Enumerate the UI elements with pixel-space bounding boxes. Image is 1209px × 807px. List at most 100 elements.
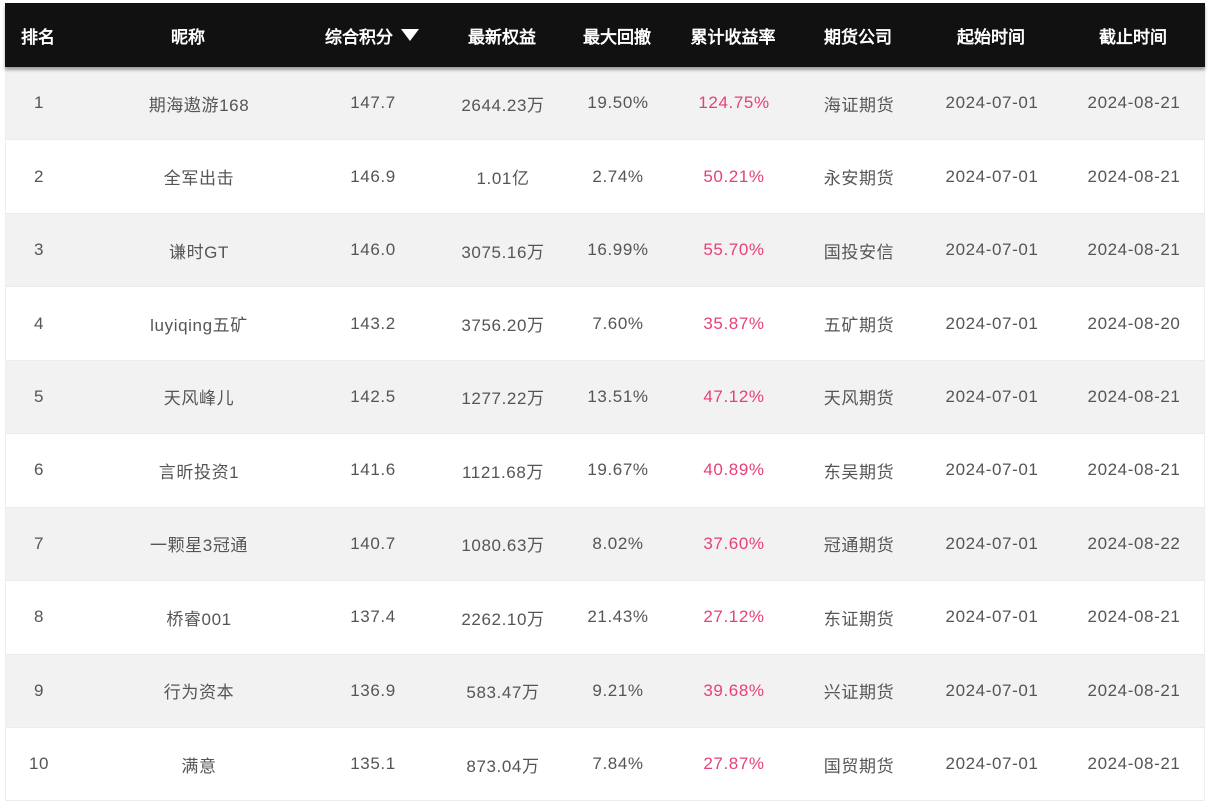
- rank-cell: 4: [33, 313, 45, 333]
- drawdown-cell: 2.74%: [592, 166, 644, 186]
- end-date-cell: 2024-08-21: [1087, 680, 1181, 700]
- table-row: 10 满意 135.1 873.04万 7.84% 27.87% 国贸期货 20…: [6, 727, 1204, 802]
- score-cell: 147.7: [350, 93, 396, 113]
- header-start-date-label: 起始时间: [957, 27, 1025, 47]
- company-cell: 兴证期货: [823, 683, 895, 703]
- nickname-link[interactable]: 言昕投资1: [72, 434, 326, 506]
- start-date-cell: 2024-07-01: [945, 754, 1039, 774]
- header-end-date-label: 截止时间: [1099, 27, 1167, 47]
- end-date-cell: 2024-08-21: [1087, 240, 1181, 260]
- company-cell: 国贸期货: [823, 756, 895, 776]
- drawdown-cell: 21.43%: [587, 607, 649, 627]
- end-date-cell: 2024-08-20: [1087, 313, 1181, 333]
- equity-cell: 3756.20万: [461, 316, 545, 336]
- return-cell: 27.12%: [703, 607, 765, 627]
- table-row: 7 一颗星3冠通 140.7 1080.63万 8.02% 37.60% 冠通期…: [6, 507, 1204, 582]
- end-date-cell: 2024-08-21: [1087, 460, 1181, 480]
- nickname-link[interactable]: 行为资本: [72, 655, 326, 727]
- end-date-cell: 2024-08-21: [1087, 386, 1181, 406]
- return-cell: 124.75%: [698, 93, 770, 113]
- header-end-date: 截止时间: [1083, 3, 1183, 67]
- header-score[interactable]: 综合积分: [325, 3, 419, 67]
- nickname-link[interactable]: 满意: [72, 728, 326, 800]
- rank-cell: 9: [33, 680, 45, 700]
- header-return: 累计收益率: [649, 3, 817, 67]
- return-cell: 50.21%: [703, 166, 765, 186]
- table-row: 5 天风峰儿 142.5 1277.22万 13.51% 47.12% 天风期货…: [6, 360, 1204, 435]
- table-row: 2 全军出击 146.9 1.01亿 2.74% 50.21% 永安期货 202…: [6, 140, 1204, 214]
- rank-cell: 2: [33, 166, 45, 186]
- score-cell: 135.1: [350, 754, 396, 774]
- drawdown-cell: 7.84%: [592, 754, 644, 774]
- rank-cell: 10: [28, 754, 50, 774]
- end-date-cell: 2024-08-21: [1087, 93, 1181, 113]
- start-date-cell: 2024-07-01: [945, 460, 1039, 480]
- end-date-cell: 2024-08-21: [1087, 754, 1181, 774]
- score-cell: 137.4: [350, 607, 396, 627]
- nickname-link[interactable]: 桥睿001: [72, 581, 326, 653]
- header-rank: 排名: [5, 3, 71, 67]
- header-drawdown-label: 最大回撤: [583, 27, 651, 47]
- score-cell: 140.7: [350, 533, 396, 553]
- nickname-link[interactable]: 一颗星3冠通: [72, 508, 326, 580]
- company-cell: 天风期货: [823, 389, 895, 409]
- start-date-cell: 2024-07-01: [945, 533, 1039, 553]
- drawdown-cell: 19.67%: [587, 460, 649, 480]
- start-date-cell: 2024-07-01: [945, 166, 1039, 186]
- equity-cell: 3075.16万: [461, 242, 545, 262]
- return-cell: 39.68%: [703, 680, 765, 700]
- equity-cell: 873.04万: [466, 756, 540, 776]
- nickname-link[interactable]: luyiqing五矿: [72, 287, 326, 359]
- drawdown-cell: 7.60%: [592, 313, 644, 333]
- end-date-cell: 2024-08-21: [1087, 607, 1181, 627]
- equity-cell: 1277.22万: [461, 389, 545, 409]
- table-header: 排名 昵称 综合积分 最新权益 最大回撤 累计收益率 期货公司 起始时间 截止时…: [5, 3, 1205, 67]
- company-cell: 东证期货: [823, 609, 895, 629]
- return-cell: 55.70%: [703, 240, 765, 260]
- nickname-link[interactable]: 全军出击: [72, 140, 326, 212]
- return-cell: 27.87%: [703, 754, 765, 774]
- company-cell: 东吴期货: [823, 462, 895, 482]
- drawdown-cell: 19.50%: [587, 93, 649, 113]
- header-equity-label: 最新权益: [468, 27, 536, 47]
- start-date-cell: 2024-07-01: [945, 93, 1039, 113]
- company-cell: 永安期货: [823, 169, 895, 189]
- return-cell: 47.12%: [703, 386, 765, 406]
- return-cell: 35.87%: [703, 313, 765, 333]
- rank-cell: 3: [33, 240, 45, 260]
- return-cell: 40.89%: [703, 460, 765, 480]
- drawdown-cell: 8.02%: [592, 533, 644, 553]
- equity-cell: 1.01亿: [476, 169, 530, 189]
- rank-cell: 7: [33, 533, 45, 553]
- score-cell: 142.5: [350, 386, 396, 406]
- header-start-date: 起始时间: [899, 3, 1083, 67]
- ranking-table: 排名 昵称 综合积分 最新权益 最大回撤 累计收益率 期货公司 起始时间 截止时…: [5, 3, 1205, 802]
- score-cell: 136.9: [350, 680, 396, 700]
- start-date-cell: 2024-07-01: [945, 240, 1039, 260]
- header-nickname: 昵称: [71, 3, 325, 67]
- start-date-cell: 2024-07-01: [945, 313, 1039, 333]
- header-return-label: 累计收益率: [690, 27, 776, 47]
- nickname-link[interactable]: 天风峰儿: [72, 361, 326, 433]
- equity-cell: 2644.23万: [461, 95, 545, 115]
- drawdown-cell: 9.21%: [592, 680, 644, 700]
- header-company-label: 期货公司: [824, 27, 892, 47]
- score-cell: 141.6: [350, 460, 396, 480]
- return-cell: 37.60%: [703, 533, 765, 553]
- header-rank-label: 排名: [21, 27, 55, 47]
- nickname-link[interactable]: 谦时GT: [72, 214, 326, 286]
- rank-cell: 5: [33, 386, 45, 406]
- end-date-cell: 2024-08-21: [1087, 166, 1181, 186]
- sort-desc-icon[interactable]: [401, 29, 419, 41]
- company-cell: 国投安信: [823, 242, 895, 262]
- equity-cell: 2262.10万: [461, 609, 545, 629]
- score-cell: 143.2: [350, 313, 396, 333]
- table-row: 3 谦时GT 146.0 3075.16万 16.99% 55.70% 国投安信…: [6, 213, 1204, 288]
- header-score-label[interactable]: 综合积分: [325, 23, 393, 48]
- table-row: 9 行为资本 136.9 583.47万 9.21% 39.68% 兴证期货 2…: [6, 654, 1204, 728]
- end-date-cell: 2024-08-22: [1087, 533, 1181, 553]
- nickname-link[interactable]: 期海遨游168: [72, 67, 326, 139]
- table-row: 1 期海遨游168 147.7 2644.23万 19.50% 124.75% …: [6, 67, 1204, 141]
- header-equity: 最新权益: [419, 3, 585, 67]
- equity-cell: 1080.63万: [461, 536, 545, 556]
